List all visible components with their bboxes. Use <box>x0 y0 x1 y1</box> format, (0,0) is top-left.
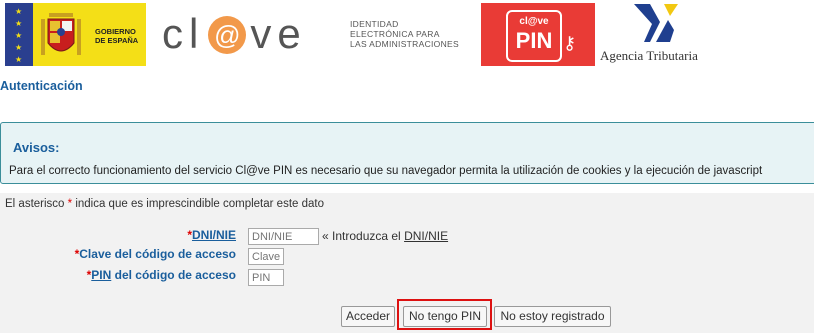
agencia-tributaria-icon <box>634 4 678 42</box>
key-icon: ⚷ <box>563 33 577 53</box>
clave-input[interactable] <box>248 248 284 265</box>
login-form: El asterisco * indica que es imprescindi… <box>0 193 814 333</box>
dni-hint: « Introduzca el DNI/NIE <box>322 229 449 243</box>
clave-brand-pre: cl <box>162 10 205 57</box>
clave-logo: cl @ ve IDENTIDAD ELECTRÓNICA PARA LAS ADM… <box>162 6 472 62</box>
clave-at-icon: @ <box>208 16 247 54</box>
pin-input[interactable] <box>248 269 284 286</box>
clave-brand-post: ve <box>250 10 307 57</box>
clave-pin-logo: cl@ve PIN ⚷ <box>481 3 595 66</box>
agencia-tributaria-text: Agencia Tributaria <box>600 48 698 63</box>
pin-label: *PIN del código de acceso <box>86 268 236 282</box>
pin-link[interactable]: PIN <box>91 268 111 282</box>
clave-sub3: LAS ADMINISTRACIONES <box>350 39 459 49</box>
gobierno-de-espana-logo: ★ ★ ★ ★ ★ GOBIERNO DE ESPAÑA <box>5 3 146 66</box>
no-estoy-registrado-button[interactable]: No estoy registrado <box>494 306 611 327</box>
eu-flag-icon: ★ ★ ★ ★ ★ <box>5 3 33 66</box>
avisos-text: Para el correcto funcionamiento del serv… <box>9 165 763 177</box>
gobierno-line1: GOBIERNO <box>95 27 136 36</box>
clave-sub1: IDENTIDAD <box>350 19 399 29</box>
pin-logo-top: cl@ve <box>519 16 549 27</box>
phone-icon: cl@ve PIN <box>506 10 562 62</box>
acceder-button[interactable]: Acceder <box>341 306 395 327</box>
agencia-tributaria-logo: Agencia Tributaria <box>600 2 712 68</box>
dni-hint-link[interactable]: DNI/NIE <box>404 229 448 243</box>
avisos-title: Avisos: <box>13 140 60 155</box>
dni-label: *DNI/NIE <box>187 228 236 242</box>
avisos-panel: Avisos: Para el correcto funcionamiento … <box>0 122 814 184</box>
header: ★ ★ ★ ★ ★ GOBIERNO DE ESPAÑA cl @ ve IDENTIDAD… <box>0 0 814 70</box>
no-tengo-pin-button[interactable]: No tengo PIN <box>403 306 487 327</box>
clave-label: *Clave del código de acceso <box>74 247 236 261</box>
coat-of-arms-icon <box>41 13 81 55</box>
clave-sub2: ELECTRÓNICA PARA <box>350 29 440 39</box>
dni-input[interactable] <box>248 228 319 245</box>
required-note: El asterisco * indica que es imprescindi… <box>5 198 324 210</box>
pin-logo-big: PIN <box>515 28 553 53</box>
gobierno-line2: DE ESPAÑA <box>95 36 139 45</box>
page-title: Autenticación <box>0 79 83 93</box>
